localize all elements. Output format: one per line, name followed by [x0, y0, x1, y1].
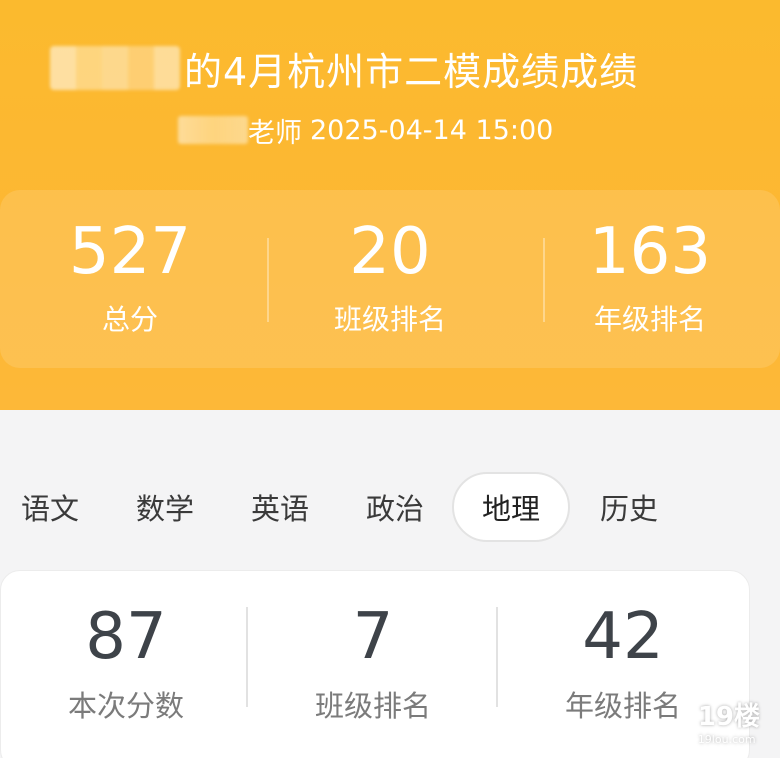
blurred-teacher-name	[178, 116, 248, 144]
title-row: 的4月杭州市二模成绩成绩	[50, 40, 638, 96]
total-score-value: 527	[68, 215, 192, 289]
tab-history[interactable]: 历史	[597, 472, 661, 542]
watermark-logo: 19楼	[697, 702, 760, 732]
subject-score-label: 本次分数	[67, 689, 184, 723]
tab-geography[interactable]: 地理	[452, 472, 570, 542]
teacher-label: 老师	[248, 117, 302, 149]
subject-tabs: 语文 数学 英语 政治 地理 历史	[0, 470, 780, 544]
total-score-label: 总分	[101, 303, 158, 336]
subject-class-rank-stat: 7 班级排名	[248, 571, 498, 758]
subject-score-value: 87	[85, 600, 167, 674]
publish-datetime: 2025-04-14 15:00	[310, 114, 554, 146]
class-rank-label: 班级排名	[333, 303, 446, 336]
summary-card: 527 总分 20 班级排名 163 年级排名	[0, 190, 780, 368]
tab-chinese[interactable]: 语文	[18, 472, 82, 542]
subject-score-stat: 87 本次分数	[1, 571, 251, 758]
class-rank-stat: 20 班级排名	[260, 190, 520, 368]
subject-class-rank-label: 班级排名	[314, 689, 431, 723]
subject-grade-rank-value: 42	[582, 600, 664, 674]
page-title: 的4月杭州市二模成绩成绩	[184, 49, 639, 94]
grade-rank-value: 163	[588, 215, 712, 289]
site-watermark: 19楼 19lou.com	[698, 696, 760, 746]
grade-rank-label: 年级排名	[593, 303, 706, 336]
summary-divider	[543, 238, 545, 322]
subject-score-card: 87 本次分数 7 班级排名 42 年级排名	[0, 570, 750, 758]
subtitle-row: 老师 2025-04-14 15:00	[178, 110, 553, 150]
score-header: 的4月杭州市二模成绩成绩 老师 2025-04-14 15:00 527 总分 …	[0, 0, 780, 410]
class-rank-value: 20	[349, 215, 431, 289]
watermark-domain: 19lou.com	[697, 733, 756, 746]
tab-math[interactable]: 数学	[133, 472, 197, 542]
subject-grade-rank-label: 年级排名	[564, 689, 681, 723]
grade-rank-stat: 163 年级排名	[520, 190, 780, 368]
total-score-stat: 527 总分	[0, 190, 260, 368]
tab-politics[interactable]: 政治	[363, 472, 427, 542]
summary-divider	[267, 238, 269, 322]
blurred-student-name	[50, 46, 180, 90]
subject-class-rank-value: 7	[352, 600, 394, 674]
tab-english[interactable]: 英语	[248, 472, 312, 542]
